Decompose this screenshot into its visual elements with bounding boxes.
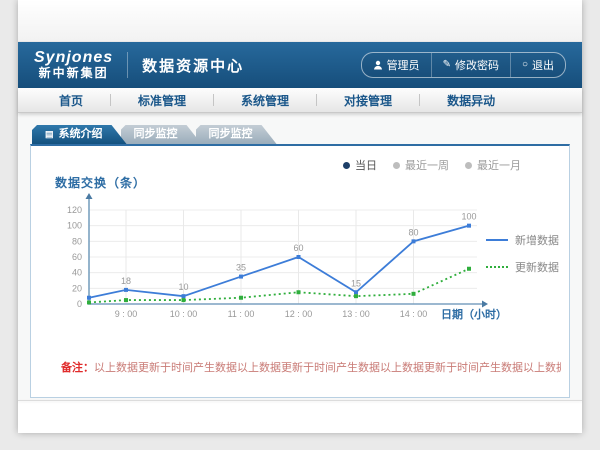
browser-top-strip	[18, 0, 582, 42]
period-option-today[interactable]: 当日	[343, 157, 377, 173]
logo-text-cn: 新中新集团	[34, 67, 113, 80]
nav-item-data-change[interactable]: 数据异动	[420, 92, 522, 109]
app-window: Synjones 新中新集团 数据资源中心 管理员 ✎ 修改密码 ○ 退出 首页…	[18, 0, 582, 433]
svg-text:60: 60	[293, 243, 303, 253]
period-option-label: 当日	[355, 157, 377, 173]
chart-panel: 当日 最近一周 最近一月 数据交换（条） 0204060801001209 : …	[30, 144, 570, 398]
bottom-divider	[18, 400, 582, 401]
svg-text:100: 100	[67, 221, 82, 231]
svg-text:12 : 00: 12 : 00	[285, 309, 313, 319]
legend-label: 新增数据	[515, 232, 559, 248]
user-menu-button[interactable]: 管理员	[362, 53, 431, 77]
edit-icon: ✎	[443, 60, 451, 70]
power-icon: ○	[522, 60, 528, 70]
svg-text:100: 100	[461, 212, 476, 222]
radio-dot-icon	[465, 162, 472, 169]
svg-text:日期（小时）: 日期（小时）	[441, 307, 507, 321]
svg-text:10: 10	[178, 282, 188, 292]
period-option-label: 最近一周	[405, 157, 449, 173]
period-option-label: 最近一月	[477, 157, 521, 173]
user-controls: 管理员 ✎ 修改密码 ○ 退出	[361, 52, 566, 78]
radio-dot-icon	[393, 162, 400, 169]
svg-text:60: 60	[72, 252, 82, 262]
tab-bar: ▤ 系统介绍 同步监控 同步监控	[32, 125, 570, 144]
svg-text:11 : 00: 11 : 00	[228, 309, 255, 319]
svg-text:20: 20	[72, 283, 82, 293]
logout-button[interactable]: ○ 退出	[510, 53, 565, 77]
svg-text:9 : 00: 9 : 00	[115, 309, 138, 319]
nav-item-home[interactable]: 首页	[32, 92, 110, 109]
period-filter: 当日 最近一周 最近一月	[343, 157, 521, 173]
legend-item-updated-data[interactable]: 更新数据	[486, 259, 559, 275]
legend-label: 更新数据	[515, 259, 559, 275]
chart-legend: 新增数据 更新数据	[486, 232, 559, 286]
page-title: 数据资源中心	[142, 55, 244, 76]
svg-text:13 : 00: 13 : 00	[342, 309, 370, 319]
app-header: Synjones 新中新集团 数据资源中心 管理员 ✎ 修改密码 ○ 退出	[18, 42, 582, 88]
legend-item-new-data[interactable]: 新增数据	[486, 232, 559, 248]
footnote-text: 以上数据更新于时间产生数据以上数据更新于时间产生数据以上数据更新于时间产生数据以…	[94, 362, 561, 374]
logout-label: 退出	[532, 57, 554, 73]
tab-sync-monitor-1[interactable]: 同步监控	[121, 125, 202, 144]
nav-item-integration-management[interactable]: 对接管理	[317, 92, 419, 109]
svg-text:10 : 00: 10 : 00	[170, 309, 198, 319]
period-option-last-week[interactable]: 最近一周	[393, 157, 449, 173]
legend-line-swatch	[486, 266, 508, 268]
svg-text:0: 0	[77, 299, 82, 309]
tab-sync-monitor-2[interactable]: 同步监控	[196, 125, 277, 144]
tab-label: 系统介绍	[59, 125, 103, 144]
logo-text-en: Synjones	[34, 50, 113, 67]
footnote-label: 备注：	[61, 362, 94, 374]
change-password-button[interactable]: ✎ 修改密码	[431, 53, 510, 77]
main-nav: 首页 标准管理 系统管理 对接管理 数据异动	[18, 88, 582, 113]
svg-text:80: 80	[408, 227, 418, 237]
user-icon	[373, 60, 383, 70]
tab-label: 同步监控	[134, 125, 178, 144]
document-icon: ▤	[45, 130, 54, 139]
nav-item-standard-management[interactable]: 标准管理	[111, 92, 213, 109]
svg-text:40: 40	[72, 268, 82, 278]
tab-system-intro[interactable]: ▤ 系统介绍	[32, 125, 127, 144]
svg-text:14 : 00: 14 : 00	[400, 309, 428, 319]
line-chart: 0 20 40 60 80 100 120 9 : 00 10 : 00 11 : 00 12 : …	[51, 188, 521, 348]
legend-line-swatch	[486, 239, 508, 241]
tab-label: 同步监控	[209, 125, 253, 144]
change-password-label: 修改密码	[455, 57, 499, 73]
period-option-last-month[interactable]: 最近一月	[465, 157, 521, 173]
company-logo[interactable]: Synjones 新中新集团	[34, 50, 113, 79]
svg-text:15: 15	[351, 278, 361, 288]
svg-text:35: 35	[236, 263, 246, 273]
content-area: ▤ 系统介绍 同步监控 同步监控 当日 最近一周	[18, 113, 582, 401]
footnote: 备注：以上数据更新于时间产生数据以上数据更新于时间产生数据以上数据更新于时间产生…	[61, 359, 561, 375]
user-menu-label: 管理员	[387, 57, 420, 73]
header-divider	[127, 52, 128, 78]
nav-item-system-management[interactable]: 系统管理	[214, 92, 316, 109]
svg-text:80: 80	[72, 236, 82, 246]
svg-text:18: 18	[121, 276, 131, 286]
radio-dot-icon	[343, 162, 350, 169]
svg-text:120: 120	[67, 205, 82, 215]
